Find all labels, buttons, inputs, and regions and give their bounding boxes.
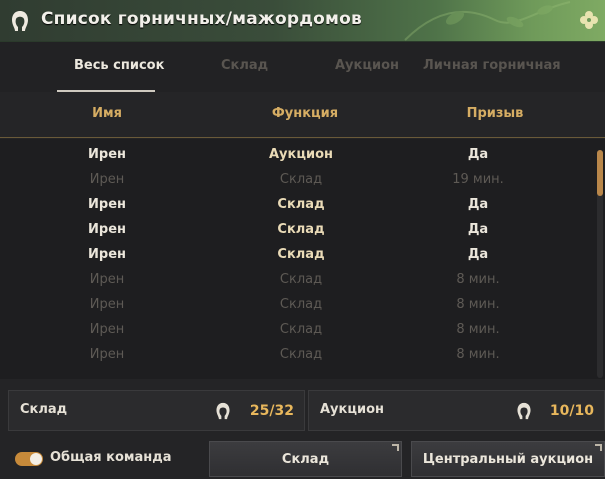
row-summon: Да: [467, 147, 489, 162]
title-bar[interactable]: Список горничных/мажордомов: [0, 0, 605, 42]
row-name: Ирен: [89, 322, 125, 337]
central-auction-button-label: Центральный аукцион: [422, 451, 594, 467]
row-function: Склад: [279, 172, 323, 187]
row-summon: 8 мин.: [456, 272, 500, 287]
table-row[interactable]: Ирен Склад Да: [0, 242, 590, 267]
row-function: Склад: [277, 222, 325, 237]
row-summon: 8 мин.: [456, 297, 500, 312]
table-row[interactable]: Ирен Склад 19 мин.: [0, 167, 590, 192]
maid-icon: [12, 11, 28, 31]
row-summon: Да: [467, 247, 489, 262]
row-function: Склад: [277, 247, 325, 262]
auction-count: 10/10: [549, 403, 594, 419]
auction-summary-label: Аукцион: [320, 402, 385, 417]
table-row[interactable]: Ирен Склад 8 мин.: [0, 342, 590, 367]
storage-summary-label: Склад: [20, 402, 68, 417]
expand-corner-icon: [595, 444, 602, 451]
maid-list-window: Список горничных/мажордомов Весь список …: [0, 0, 605, 479]
row-summon: 8 мин.: [456, 347, 500, 362]
table-row[interactable]: Ирен Склад 8 мин.: [0, 317, 590, 342]
row-name: Ирен: [88, 247, 126, 262]
table-row[interactable]: Ирен Склад Да: [0, 217, 590, 242]
tab-auction[interactable]: Аукцион: [335, 58, 399, 73]
tab-personal-maid[interactable]: Личная горничная: [423, 58, 561, 73]
row-function: Аукцион: [268, 147, 334, 162]
row-summon: Да: [467, 222, 489, 237]
row-summon: Да: [467, 197, 489, 212]
table-row[interactable]: Ирен Аукцион Да: [0, 142, 590, 167]
clover-icon[interactable]: [579, 10, 599, 30]
common-command-label: Общая команда: [50, 450, 172, 465]
row-summon: 8 мин.: [456, 322, 500, 337]
central-auction-button[interactable]: Центральный аукцион: [411, 441, 605, 477]
row-name: Ирен: [88, 147, 126, 162]
row-function: Склад: [277, 197, 325, 212]
tab-all[interactable]: Весь список: [74, 58, 164, 73]
row-name: Ирен: [88, 197, 126, 212]
table-row[interactable]: Ирен Склад 8 мин.: [0, 267, 590, 292]
table-header: Имя Функция Призыв: [0, 92, 605, 138]
row-function: Склад: [279, 347, 323, 362]
storage-count: 25/32: [249, 403, 294, 419]
storage-button-label: Склад: [281, 451, 330, 467]
row-function: Склад: [279, 297, 323, 312]
table-row[interactable]: Ирен Склад Да: [0, 192, 590, 217]
auction-summary: Аукцион 10/10: [308, 390, 605, 431]
row-name: Ирен: [89, 347, 125, 362]
expand-corner-icon: [392, 444, 399, 451]
leaf-decoration: [404, 1, 571, 41]
row-name: Ирен: [89, 272, 125, 287]
row-name: Ирен: [89, 297, 125, 312]
column-name[interactable]: Имя: [92, 106, 122, 121]
maid-icon: [517, 402, 531, 420]
column-summon[interactable]: Призыв: [467, 106, 524, 121]
common-command-toggle[interactable]: [15, 452, 43, 466]
storage-button[interactable]: Склад: [209, 441, 402, 477]
row-name: Ирен: [89, 172, 125, 187]
tab-storage[interactable]: Склад: [221, 58, 268, 73]
window-title: Список горничных/мажордомов: [41, 9, 362, 29]
table-row[interactable]: Ирен Склад 8 мин.: [0, 292, 590, 317]
row-function: Склад: [279, 272, 323, 287]
scrollbar-thumb[interactable]: [597, 150, 603, 196]
toggle-knob: [30, 453, 42, 465]
row-name: Ирен: [88, 222, 126, 237]
row-summon: 19 мин.: [452, 172, 504, 187]
row-function: Склад: [279, 322, 323, 337]
storage-summary: Склад 25/32: [8, 390, 305, 431]
tab-bar: Весь список Склад Аукцион Личная горничн…: [0, 42, 605, 92]
column-function[interactable]: Функция: [272, 106, 338, 121]
maid-icon: [216, 402, 230, 420]
maid-list: Ирен Аукцион Да Ирен Склад 19 мин. Ирен Склад Да…: [0, 139, 605, 379]
